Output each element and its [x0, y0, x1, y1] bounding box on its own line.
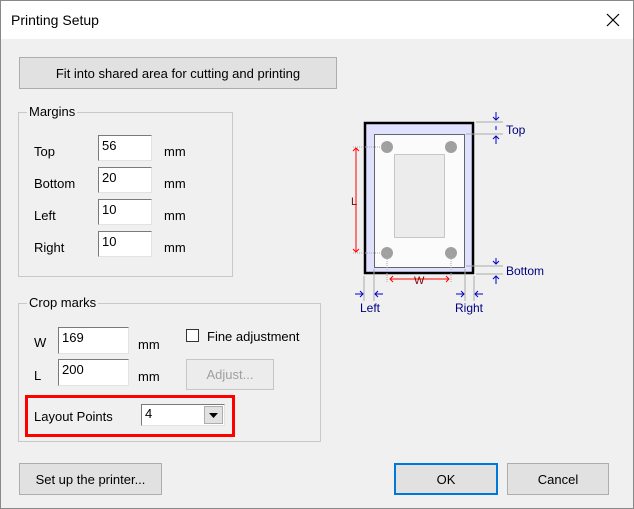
- mm-unit: mm: [164, 176, 186, 191]
- ok-button[interactable]: OK: [394, 463, 498, 495]
- diagram-w-label: W: [414, 275, 425, 287]
- mm-unit: mm: [138, 369, 160, 384]
- margins-legend: Margins: [27, 104, 78, 119]
- mm-unit: mm: [164, 144, 186, 159]
- crop-l-input[interactable]: 200: [58, 359, 129, 386]
- diagram-bottom-label: Bottom: [506, 264, 544, 278]
- diagram-right-label: Right: [455, 301, 484, 315]
- layout-points-value: 4: [145, 406, 153, 421]
- diagram-l-label: L: [351, 196, 357, 208]
- mm-unit: mm: [164, 208, 186, 223]
- margin-bottom-input[interactable]: 20: [98, 167, 152, 193]
- crop-w-label: W: [34, 335, 47, 350]
- margin-left-label: Left: [34, 208, 56, 223]
- crop-l-label: L: [34, 368, 42, 383]
- margin-left-input[interactable]: 10: [98, 199, 152, 225]
- layout-points-select[interactable]: 4: [141, 404, 225, 426]
- close-icon[interactable]: [606, 13, 620, 27]
- setup-printer-button[interactable]: Set up the printer...: [19, 463, 162, 495]
- layout-points-label: Layout Points: [34, 409, 113, 424]
- mm-unit: mm: [138, 337, 160, 352]
- registration-mark: [445, 141, 457, 153]
- chevron-down-icon: [209, 413, 218, 418]
- margin-bottom-label: Bottom: [34, 176, 76, 191]
- crop-w-input[interactable]: 169: [58, 327, 129, 354]
- layout-diagram: Top Bottom Left Right W L: [351, 112, 544, 315]
- fit-shared-area-button[interactable]: Fit into shared area for cutting and pri…: [19, 57, 337, 89]
- registration-mark: [381, 141, 393, 153]
- dropdown-button[interactable]: [204, 406, 223, 424]
- printing-setup-dialog: Printing Setup Fit into shared area for …: [0, 0, 634, 509]
- content-area: [394, 154, 445, 238]
- fine-adjustment-label[interactable]: Fine adjustment: [207, 329, 300, 344]
- margin-top-label: Top: [34, 144, 55, 159]
- margin-right-label: Right: [34, 240, 65, 255]
- fine-adjustment-checkbox[interactable]: [186, 329, 199, 342]
- title-bar: Printing Setup: [1, 1, 633, 39]
- margin-right-input[interactable]: 10: [98, 231, 152, 257]
- adjust-button[interactable]: Adjust...: [186, 359, 274, 390]
- crop-marks-legend: Crop marks: [27, 295, 99, 310]
- mm-unit: mm: [164, 240, 186, 255]
- margin-top-input[interactable]: 56: [98, 135, 152, 161]
- diagram-top-label: Top: [506, 123, 526, 137]
- dialog-title: Printing Setup: [11, 12, 99, 28]
- diagram-left-label: Left: [360, 301, 381, 315]
- cancel-button[interactable]: Cancel: [507, 463, 609, 495]
